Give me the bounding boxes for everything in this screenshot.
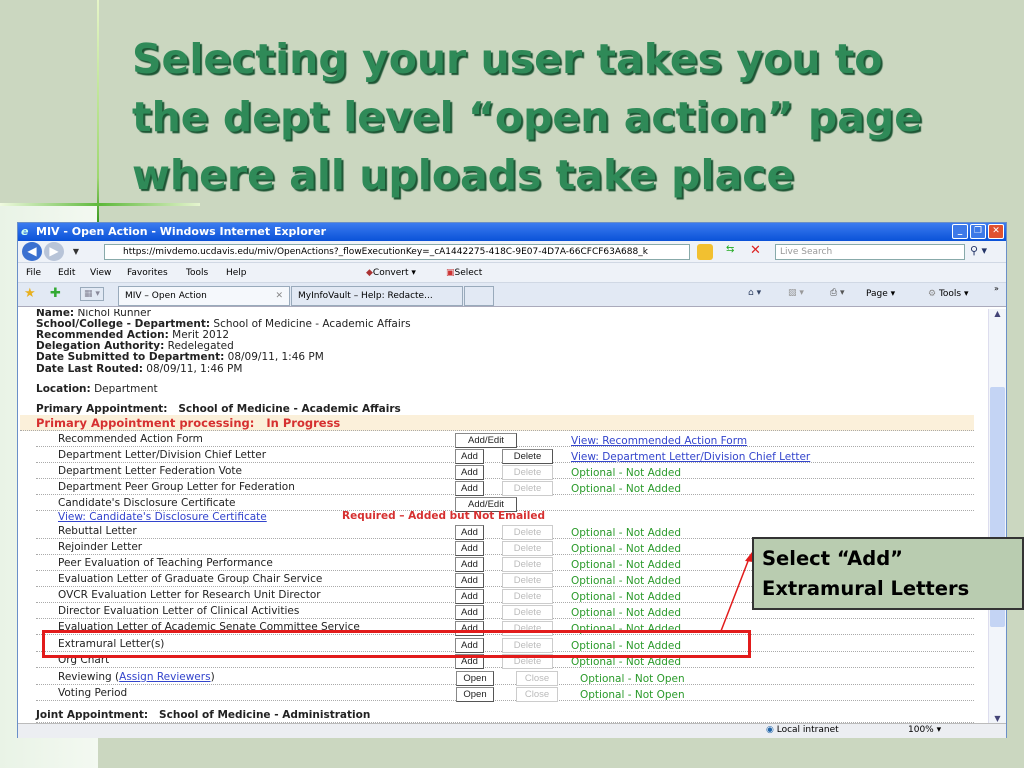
arrow-line — [720, 555, 751, 632]
callout-line: Extramural Letters — [762, 577, 970, 600]
callout-line: Select “Add” — [762, 547, 903, 570]
callout-box: Select “Add” Extramural Letters — [752, 537, 1024, 610]
callout-arrow — [720, 552, 753, 632]
